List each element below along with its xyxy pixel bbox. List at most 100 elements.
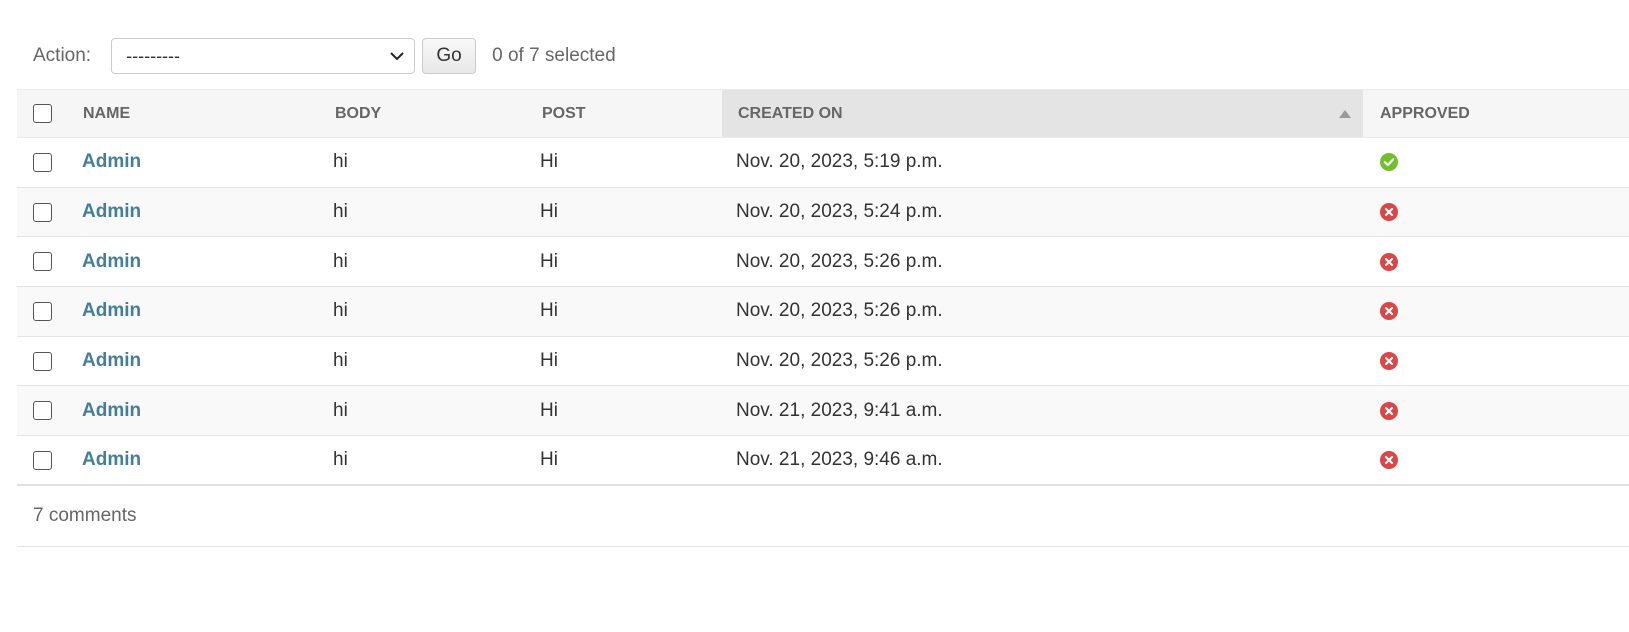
created-on-cell: Nov. 20, 2023, 5:26 p.m. — [722, 236, 1363, 288]
column-header-body[interactable]: BODY — [319, 89, 526, 138]
go-button[interactable]: Go — [422, 38, 477, 74]
body-text: hi — [333, 250, 348, 272]
body-cell: hi — [319, 435, 526, 487]
body-cell: hi — [319, 385, 526, 437]
selected-counter: 0 of 7 selected — [492, 45, 616, 66]
created-on-text: Nov. 20, 2023, 5:26 p.m. — [736, 250, 943, 272]
created-on-text: Nov. 20, 2023, 5:24 p.m. — [736, 201, 943, 223]
created-on-text: Nov. 21, 2023, 9:46 a.m. — [736, 449, 943, 471]
name-cell: Admin — [66, 435, 319, 487]
row-checkbox[interactable] — [33, 351, 52, 371]
table-row: Admin hi Hi Nov. 21, 2023, 9:41 a.m. — [17, 385, 1629, 437]
created-on-cell: Nov. 20, 2023, 5:19 p.m. — [722, 137, 1363, 188]
name-cell: Admin — [66, 187, 319, 238]
table-row: Admin hi Hi Nov. 20, 2023, 5:26 p.m. — [17, 336, 1629, 387]
x-circle-icon — [1380, 352, 1398, 371]
created-on-cell: Nov. 20, 2023, 5:24 p.m. — [722, 187, 1363, 238]
approved-cell — [1363, 187, 1629, 238]
body-text: hi — [333, 449, 348, 471]
actions-bar: Action: --------- Go 0 of 7 selected — [17, 30, 616, 82]
x-circle-icon — [1380, 401, 1398, 420]
x-circle-icon — [1380, 252, 1398, 271]
row-select-cell — [17, 336, 66, 387]
column-header-name[interactable]: NAME — [66, 89, 319, 138]
chevron-down-icon — [390, 52, 404, 61]
row-checkbox[interactable] — [33, 252, 52, 272]
created-on-text: Nov. 21, 2023, 9:41 a.m. — [736, 399, 943, 421]
approved-cell — [1363, 385, 1629, 437]
table-header: NAME BODY POST CREATED ON APPROVED — [17, 89, 1629, 138]
action-label: Action: — [33, 45, 92, 66]
post-cell: Hi — [526, 336, 722, 387]
row-select-cell — [17, 137, 66, 188]
name-link[interactable]: Admin — [66, 251, 141, 273]
select-all-header — [17, 89, 66, 138]
post-text: Hi — [540, 250, 558, 272]
approved-cell — [1363, 435, 1629, 487]
post-cell: Hi — [526, 435, 722, 487]
row-select-cell — [17, 236, 66, 288]
body-cell: hi — [319, 187, 526, 238]
select-all-checkbox[interactable] — [33, 104, 52, 123]
name-link[interactable]: Admin — [66, 350, 141, 372]
body-cell: hi — [319, 336, 526, 387]
row-checkbox[interactable] — [33, 450, 52, 470]
name-link[interactable]: Admin — [66, 300, 141, 322]
check-circle-icon — [1380, 153, 1398, 172]
column-header-created-on[interactable]: CREATED ON — [722, 89, 1363, 138]
post-text: Hi — [540, 151, 558, 173]
name-link[interactable]: Admin — [66, 449, 141, 471]
x-circle-icon — [1380, 302, 1398, 321]
body-text: hi — [333, 300, 348, 322]
body-cell: hi — [319, 137, 526, 188]
body-cell: hi — [319, 286, 526, 337]
post-text: Hi — [540, 300, 558, 322]
approved-cell — [1363, 336, 1629, 387]
approved-cell — [1363, 286, 1629, 337]
created-on-text: Nov. 20, 2023, 5:19 p.m. — [736, 151, 943, 173]
name-cell: Admin — [66, 236, 319, 288]
name-cell: Admin — [66, 286, 319, 337]
table-row: Admin hi Hi Nov. 20, 2023, 5:24 p.m. — [17, 187, 1629, 238]
column-header-post[interactable]: POST — [526, 89, 722, 138]
post-cell: Hi — [526, 286, 722, 337]
x-circle-icon — [1380, 451, 1398, 470]
post-text: Hi — [540, 201, 558, 223]
name-link[interactable]: Admin — [66, 151, 141, 173]
body-text: hi — [333, 201, 348, 223]
action-select-value: --------- — [126, 45, 181, 66]
post-cell: Hi — [526, 137, 722, 188]
action-select[interactable]: --------- — [111, 38, 416, 74]
table-row: Admin hi Hi Nov. 20, 2023, 5:26 p.m. — [17, 236, 1629, 288]
body-text: hi — [333, 399, 348, 421]
row-checkbox[interactable] — [33, 152, 52, 172]
row-checkbox[interactable] — [33, 401, 52, 421]
name-cell: Admin — [66, 385, 319, 437]
post-text: Hi — [540, 399, 558, 421]
post-text: Hi — [540, 449, 558, 471]
table-row: Admin hi Hi Nov. 21, 2023, 9:46 a.m. — [17, 435, 1629, 487]
row-select-cell — [17, 286, 66, 337]
created-on-cell: Nov. 20, 2023, 5:26 p.m. — [722, 336, 1363, 387]
name-cell: Admin — [66, 137, 319, 188]
row-checkbox[interactable] — [33, 301, 52, 321]
name-link[interactable]: Admin — [66, 400, 141, 422]
created-on-cell: Nov. 20, 2023, 5:26 p.m. — [722, 286, 1363, 337]
table-row: Admin hi Hi Nov. 20, 2023, 5:19 p.m. — [17, 137, 1629, 188]
created-on-cell: Nov. 21, 2023, 9:41 a.m. — [722, 385, 1363, 437]
row-checkbox[interactable] — [33, 202, 52, 222]
post-cell: Hi — [526, 187, 722, 238]
paginator: 7 comments — [17, 485, 1629, 547]
result-count: 7 comments — [33, 504, 137, 526]
table-row: Admin hi Hi Nov. 20, 2023, 5:26 p.m. — [17, 286, 1629, 337]
column-header-approved[interactable]: APPROVED — [1363, 89, 1629, 138]
name-cell: Admin — [66, 336, 319, 387]
x-circle-icon — [1380, 203, 1398, 222]
results-table: NAME BODY POST CREATED ON APPROVED Admin… — [17, 89, 1629, 487]
approved-cell — [1363, 137, 1629, 188]
name-link[interactable]: Admin — [66, 201, 141, 223]
sort-ascending-icon[interactable] — [1339, 110, 1351, 118]
created-on-text: Nov. 20, 2023, 5:26 p.m. — [736, 300, 943, 322]
body-cell: hi — [319, 236, 526, 288]
post-text: Hi — [540, 350, 558, 372]
